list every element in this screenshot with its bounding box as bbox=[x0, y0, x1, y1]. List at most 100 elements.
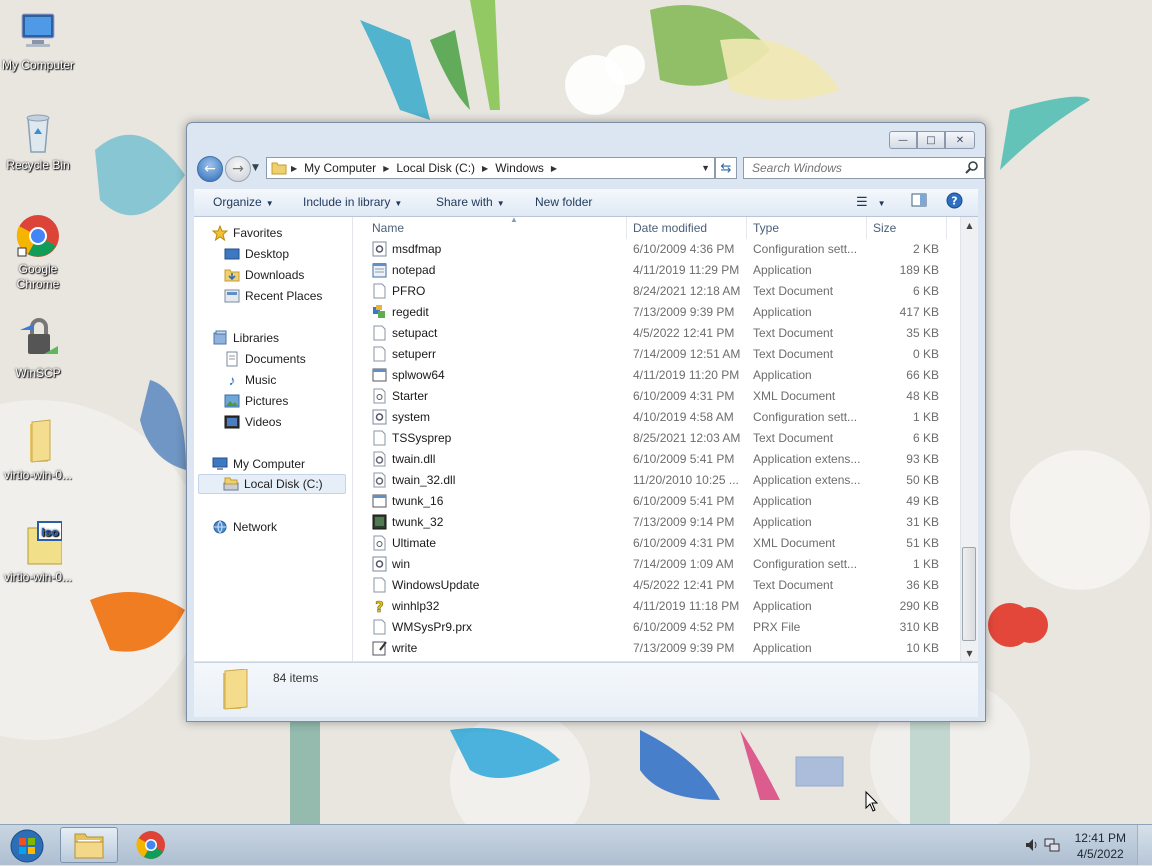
file-row[interactable]: write 7/13/2009 9:39 PM Application 10 KB bbox=[354, 638, 958, 659]
nav-music[interactable]: ♪ Music bbox=[224, 370, 277, 390]
desktop-icon-virtio-iso[interactable]: iso virtio-win-0... bbox=[0, 520, 76, 585]
file-row[interactable]: PFRO 8/24/2021 12:18 AM Text Document 6 KB bbox=[354, 281, 958, 302]
window-titlebar[interactable]: — □ ✕ bbox=[187, 123, 985, 153]
organize-menu[interactable]: Organize ▼ bbox=[213, 195, 274, 209]
back-button[interactable]: ← bbox=[197, 156, 223, 182]
column-header-type[interactable]: Type bbox=[747, 217, 867, 239]
file-name: winhlp32 bbox=[392, 599, 440, 613]
nav-libraries[interactable]: Libraries bbox=[212, 328, 279, 348]
nav-recent-places[interactable]: Recent Places bbox=[224, 286, 322, 306]
nav-videos[interactable]: Videos bbox=[224, 412, 281, 432]
nav-network[interactable]: Network bbox=[212, 517, 277, 537]
file-row[interactable]: system 4/10/2019 4:58 AM Configuration set… bbox=[354, 407, 958, 428]
file-row[interactable]: setuperr 7/14/2009 12:51 AM Text Document 0… bbox=[354, 344, 958, 365]
breadcrumb-separator[interactable]: ▶ bbox=[288, 164, 300, 173]
desktop-icon-label: virtio-win-0... bbox=[3, 570, 72, 584]
file-name: regedit bbox=[392, 305, 429, 319]
close-button[interactable]: ✕ bbox=[945, 131, 975, 149]
file-row[interactable]: setupact 4/5/2022 12:41 PM Text Document 35… bbox=[354, 323, 958, 344]
scrollbar-thumb[interactable] bbox=[962, 547, 976, 641]
file-row[interactable]: WMSysPr9.prx 6/10/2009 4:52 PM PRX File 310… bbox=[354, 617, 958, 638]
forward-button[interactable]: → bbox=[225, 156, 251, 182]
help-button[interactable]: ? bbox=[946, 192, 963, 212]
nav-documents[interactable]: Documents bbox=[224, 349, 306, 369]
file-row[interactable]: TSSysprep 8/25/2021 12:03 AM Text Document… bbox=[354, 428, 958, 449]
file-row[interactable]: WindowsUpdate 4/5/2022 12:41 PM Text Docum… bbox=[354, 575, 958, 596]
vertical-scrollbar[interactable]: ▲ ▼ bbox=[960, 217, 978, 661]
search-input[interactable] bbox=[750, 160, 964, 176]
view-list-icon: ☰ bbox=[856, 194, 868, 209]
breadcrumb-separator[interactable]: ▶ bbox=[548, 164, 560, 173]
file-row[interactable]: splwow64 4/11/2019 11:20 PM Application 66 … bbox=[354, 365, 958, 386]
minimize-button[interactable]: — bbox=[889, 131, 917, 149]
desktop-icon-recycle-bin[interactable]: Recycle Bin bbox=[0, 108, 76, 173]
clock-time: 12:41 PM bbox=[1074, 831, 1126, 845]
breadcrumb-separator[interactable]: ▶ bbox=[380, 164, 392, 173]
desktop-icon-virtio-folder[interactable]: virtio-win-0... bbox=[0, 418, 76, 483]
file-type: Application bbox=[753, 494, 812, 508]
breadcrumb-windows[interactable]: Windows bbox=[491, 161, 548, 175]
taskbar-explorer-button[interactable] bbox=[60, 827, 118, 863]
file-row[interactable]: twain_32.dll 11/20/2010 10:25 ... Applicat… bbox=[354, 470, 958, 491]
desktop-icon-label: virtio-win-0... bbox=[3, 468, 72, 482]
show-desktop-button[interactable] bbox=[1137, 825, 1152, 865]
start-button[interactable] bbox=[0, 827, 56, 863]
share-with-menu[interactable]: Share with ▼ bbox=[436, 195, 505, 209]
config-file-icon bbox=[372, 556, 387, 572]
text-file-icon bbox=[372, 346, 387, 362]
folder-icon bbox=[223, 669, 248, 710]
column-header-size[interactable]: Size bbox=[867, 217, 947, 239]
nav-my-computer[interactable]: My Computer bbox=[212, 454, 305, 474]
address-bar[interactable]: ▶ My Computer ▶ Local Disk (C:) ▶ Window… bbox=[266, 157, 715, 179]
refresh-button[interactable]: ⇆ bbox=[715, 157, 737, 179]
sort-ascending-icon: ▲ bbox=[510, 215, 518, 224]
file-size: 2 KB bbox=[912, 242, 939, 256]
breadcrumb-local-disk[interactable]: Local Disk (C:) bbox=[392, 161, 479, 175]
file-row[interactable]: Ultimate 6/10/2009 4:31 PM XML Document 51 … bbox=[354, 533, 958, 554]
column-label: Name bbox=[372, 221, 405, 235]
file-row[interactable]: Starter 6/10/2009 4:31 PM XML Document 48 K… bbox=[354, 386, 958, 407]
file-name: Starter bbox=[392, 389, 429, 403]
nav-downloads[interactable]: Downloads bbox=[224, 265, 304, 285]
system-clock[interactable]: 12:41 PM 4/5/2022 bbox=[1075, 830, 1126, 862]
file-row[interactable]: twunk_16 6/10/2009 5:41 PM Application 49 K… bbox=[354, 491, 958, 512]
nav-local-disk[interactable]: Local Disk (C:) bbox=[198, 474, 346, 494]
column-header-date-modified[interactable]: Date modified bbox=[627, 217, 747, 239]
nav-desktop[interactable]: Desktop bbox=[224, 244, 289, 264]
desktop-icon-my-computer[interactable]: My Computer bbox=[0, 8, 76, 73]
breadcrumb-my-computer[interactable]: My Computer bbox=[300, 161, 380, 175]
desktop-icon-winscp[interactable]: WinSCP bbox=[0, 316, 76, 381]
volume-icon[interactable] bbox=[1024, 837, 1040, 856]
maximize-button[interactable]: □ bbox=[917, 131, 945, 149]
desktop-icon-google-chrome[interactable]: Google Chrome bbox=[0, 212, 76, 292]
address-history-dropdown[interactable]: ▼ bbox=[701, 163, 710, 173]
recent-pages-dropdown[interactable]: ▼ bbox=[252, 163, 259, 173]
file-row[interactable]: regedit 7/13/2009 9:39 PM Application 417 K… bbox=[354, 302, 958, 323]
file-row[interactable]: twunk_32 7/13/2009 9:14 PM Application 31 K… bbox=[354, 512, 958, 533]
file-date-modified: 6/10/2009 5:41 PM bbox=[633, 494, 735, 508]
change-view-button[interactable]: ☰ ▼ bbox=[856, 194, 886, 210]
include-in-library-menu[interactable]: Include in library ▼ bbox=[303, 195, 402, 209]
scroll-up-button[interactable]: ▲ bbox=[961, 217, 978, 233]
search-box bbox=[743, 157, 985, 179]
nav-pictures[interactable]: Pictures bbox=[224, 391, 288, 411]
new-folder-button[interactable]: New folder bbox=[535, 195, 592, 209]
preview-pane-button[interactable] bbox=[911, 193, 927, 210]
file-size: 51 KB bbox=[906, 536, 939, 550]
file-type: Application bbox=[753, 641, 812, 655]
taskbar-chrome-button[interactable] bbox=[122, 827, 180, 863]
file-row[interactable]: ? winhlp32 4/11/2019 11:18 PM Application 29… bbox=[354, 596, 958, 617]
scroll-down-button[interactable]: ▼ bbox=[961, 645, 978, 661]
file-row[interactable]: msdfmap 6/10/2009 4:36 PM Configuration se… bbox=[354, 239, 958, 260]
column-header-name[interactable]: ▲ Name bbox=[366, 215, 627, 239]
file-date-modified: 6/10/2009 4:31 PM bbox=[633, 536, 735, 550]
file-row[interactable]: twain.dll 6/10/2009 5:41 PM Application ex… bbox=[354, 449, 958, 470]
breadcrumb-separator[interactable]: ▶ bbox=[479, 164, 491, 173]
file-row[interactable]: win 7/14/2009 1:09 AM Configuration sett..… bbox=[354, 554, 958, 575]
search-icon[interactable] bbox=[965, 160, 979, 174]
file-size: 6 KB bbox=[912, 431, 939, 445]
network-status-icon[interactable] bbox=[1044, 837, 1060, 856]
file-row[interactable]: notepad 4/11/2019 11:29 PM Application 189 … bbox=[354, 260, 958, 281]
nav-favorites[interactable]: Favorites bbox=[212, 223, 282, 243]
file-name: system bbox=[392, 410, 431, 424]
